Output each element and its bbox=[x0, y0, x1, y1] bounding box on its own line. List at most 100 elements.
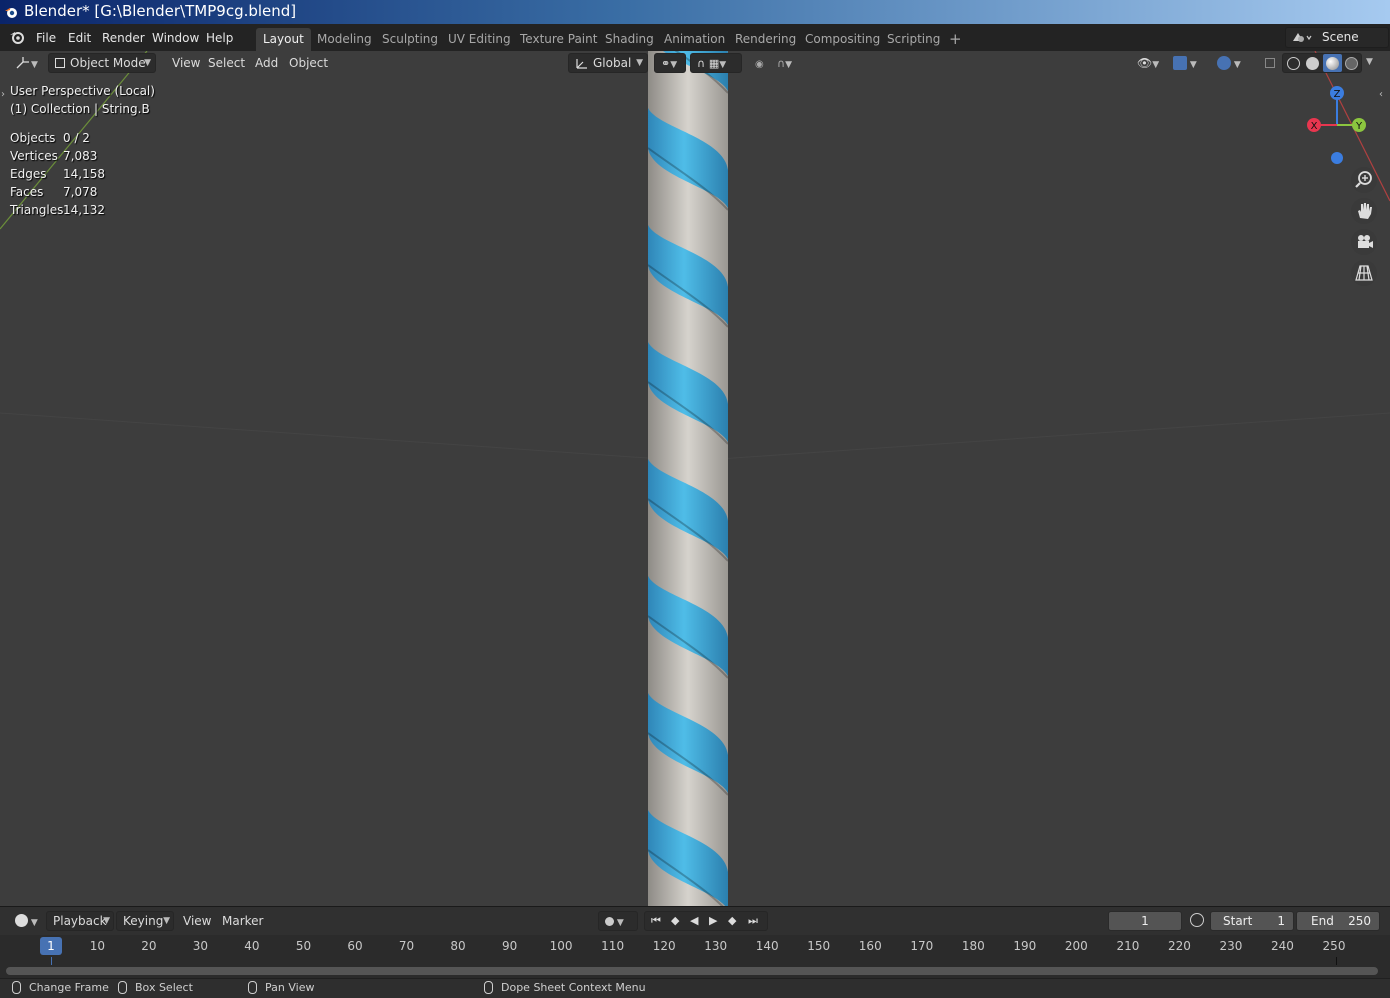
navigation-gizmo[interactable]: Z X Y bbox=[1300, 85, 1376, 165]
menu-window[interactable]: Window bbox=[147, 29, 204, 47]
pan-button[interactable] bbox=[1351, 198, 1377, 224]
tab-layout[interactable]: Layout bbox=[256, 28, 311, 51]
status-change-frame-label: Change Frame bbox=[29, 981, 109, 994]
timeline-menu-view[interactable]: View bbox=[176, 911, 218, 931]
playback-label: Playback bbox=[53, 914, 107, 928]
prev-keyframe-icon[interactable]: ◆ bbox=[671, 912, 679, 930]
tab-uv-editing[interactable]: UV Editing bbox=[441, 28, 518, 51]
tab-texture-paint[interactable]: Texture Paint bbox=[513, 28, 604, 51]
tab-shading[interactable]: Shading bbox=[598, 28, 661, 51]
tab-rendering[interactable]: Rendering bbox=[728, 28, 803, 51]
solid-shading-icon[interactable] bbox=[1306, 57, 1319, 70]
menu-object[interactable]: Object bbox=[282, 53, 335, 73]
timeline-tick-label: 20 bbox=[141, 939, 157, 953]
start-frame-field[interactable]: Start 1 bbox=[1210, 911, 1294, 931]
timeline-tick-label: 200 bbox=[1064, 939, 1088, 953]
jump-start-icon[interactable]: ⏮ bbox=[651, 912, 661, 930]
camera-view-button[interactable] bbox=[1351, 229, 1377, 255]
playback-menu[interactable]: Playback ▼ bbox=[46, 911, 114, 931]
wireframe-shading-icon[interactable] bbox=[1287, 57, 1300, 70]
falloff-button[interactable]: ∩▼ bbox=[770, 53, 800, 73]
menu-help[interactable]: Help bbox=[201, 29, 238, 47]
status-pan-view-label: Pan View bbox=[265, 981, 315, 994]
status-context-menu-label: Dope Sheet Context Menu bbox=[501, 981, 646, 994]
gizmo-z-label: Z bbox=[1334, 89, 1341, 100]
stat-objects-value: 0 / 2 bbox=[63, 131, 90, 145]
rope-object bbox=[648, 51, 728, 906]
end-frame-marker bbox=[1336, 957, 1337, 965]
mouse-right-icon bbox=[484, 981, 493, 994]
gizmo-toggle[interactable]: ▼ bbox=[1166, 53, 1204, 73]
timeline-tick-label: 70 bbox=[398, 939, 415, 953]
playhead[interactable]: 1 bbox=[40, 937, 62, 955]
play-reverse-icon[interactable]: ◀ bbox=[690, 912, 698, 930]
jump-end-icon[interactable]: ⏭ bbox=[748, 912, 758, 930]
menu-file[interactable]: File bbox=[31, 29, 61, 47]
sidebar-expand-icon[interactable]: ‹ bbox=[1379, 89, 1383, 100]
timeline-tick-label: 220 bbox=[1167, 939, 1191, 953]
mouse-drag-icon bbox=[118, 981, 127, 994]
playback-controls: ⏮ ◆ ◀ ▶ ◆ ⏭ bbox=[644, 911, 768, 931]
timeline-tick-label: 180 bbox=[961, 939, 985, 953]
timeline-tick-label: 250 bbox=[1322, 939, 1346, 953]
menu-add[interactable]: Add bbox=[248, 53, 285, 73]
timeline-scrollbar[interactable] bbox=[6, 967, 1378, 975]
material-sphere-icon bbox=[1326, 57, 1339, 70]
menu-select[interactable]: Select bbox=[201, 53, 252, 73]
proportional-edit-button[interactable]: ◉ bbox=[748, 53, 768, 73]
timeline-tick-label: 40 bbox=[244, 939, 260, 953]
pivot-point-button[interactable]: ⚭▼ bbox=[654, 53, 686, 73]
add-workspace-button[interactable]: + bbox=[942, 28, 969, 51]
editor-type-button[interactable]: ▼ bbox=[8, 53, 42, 73]
stat-triangles-label: Triangles bbox=[10, 203, 64, 217]
snap-toggle[interactable]: ∩ ▦▼ bbox=[690, 53, 742, 73]
preview-range-icon[interactable] bbox=[1190, 913, 1204, 927]
falloff-icon: ∩ bbox=[777, 57, 786, 70]
timeline-tick-label: 160 bbox=[858, 939, 882, 953]
scene-selector[interactable]: Scene bbox=[1285, 27, 1389, 48]
auto-keying-toggle[interactable]: ▼ bbox=[598, 911, 638, 931]
3d-viewport[interactable]: ▼ Object Mode ▼ View Select Add Object Gl… bbox=[0, 51, 1390, 906]
eye-icon: 👁 bbox=[1137, 56, 1153, 70]
tab-compositing[interactable]: Compositing bbox=[798, 28, 887, 51]
timeline-tick-label: 10 bbox=[89, 939, 105, 953]
zoom-button[interactable] bbox=[1351, 167, 1377, 193]
blender-menu-icon[interactable] bbox=[9, 30, 25, 44]
tab-animation[interactable]: Animation bbox=[657, 28, 732, 51]
status-pan-view: Pan View bbox=[248, 981, 314, 994]
timeline-menu-marker[interactable]: Marker bbox=[215, 911, 270, 931]
tab-scripting[interactable]: Scripting bbox=[880, 28, 947, 51]
timeline-editor: ▼ Playback ▼ Keying ▼ View Marker ▼ ⏮ ◆ ◀ … bbox=[0, 906, 1390, 978]
title-bar: Blender* [G:\Blender\TMP9cg.blend] bbox=[0, 0, 1390, 24]
next-keyframe-icon[interactable]: ◆ bbox=[728, 912, 736, 930]
toolbar-expand-icon[interactable]: › bbox=[1, 89, 5, 100]
xray-toggle[interactable] bbox=[1258, 53, 1278, 73]
keying-menu[interactable]: Keying ▼ bbox=[116, 911, 174, 931]
ortho-toggle-button[interactable] bbox=[1351, 260, 1377, 286]
menu-edit[interactable]: Edit bbox=[63, 29, 96, 47]
tab-modeling[interactable]: Modeling bbox=[310, 28, 379, 51]
tab-sculpting[interactable]: Sculpting bbox=[375, 28, 445, 51]
stat-vertices-value: 7,083 bbox=[63, 149, 98, 163]
clock-icon bbox=[15, 914, 28, 927]
proportional-icon: ◉ bbox=[755, 59, 764, 70]
end-frame-field[interactable]: End 250 bbox=[1296, 911, 1380, 931]
viewport-header: ▼ Object Mode ▼ View Select Add Object Gl… bbox=[0, 51, 1390, 76]
grid-perspective-icon bbox=[1355, 265, 1373, 281]
shading-options-icon[interactable]: ▼ bbox=[1366, 57, 1373, 67]
transform-orientation-selector[interactable]: Global ▼ bbox=[568, 53, 648, 73]
current-frame-field[interactable]: 1 bbox=[1108, 911, 1182, 931]
overlay-toggle[interactable]: ▼ bbox=[1210, 53, 1252, 73]
timeline-ruler[interactable]: 10 20 30 40 50 60 70 80 90 100 110 120 130 140 150 160 1… bbox=[0, 935, 1390, 957]
menu-render[interactable]: Render bbox=[97, 29, 150, 47]
stat-vertices-label: Vertices bbox=[10, 149, 58, 163]
stat-objects-label: Objects bbox=[10, 131, 56, 145]
mode-selector[interactable]: Object Mode ▼ bbox=[48, 53, 156, 73]
snap-grid-icon: ▦ bbox=[708, 57, 720, 70]
timeline-editor-type-button[interactable]: ▼ bbox=[8, 911, 42, 931]
play-icon[interactable]: ▶ bbox=[709, 912, 717, 930]
playhead-line bbox=[51, 957, 52, 965]
visibility-button[interactable]: 👁▼ bbox=[1130, 53, 1162, 73]
scene-icon bbox=[1293, 33, 1312, 42]
rendered-shading-icon[interactable] bbox=[1345, 57, 1358, 70]
